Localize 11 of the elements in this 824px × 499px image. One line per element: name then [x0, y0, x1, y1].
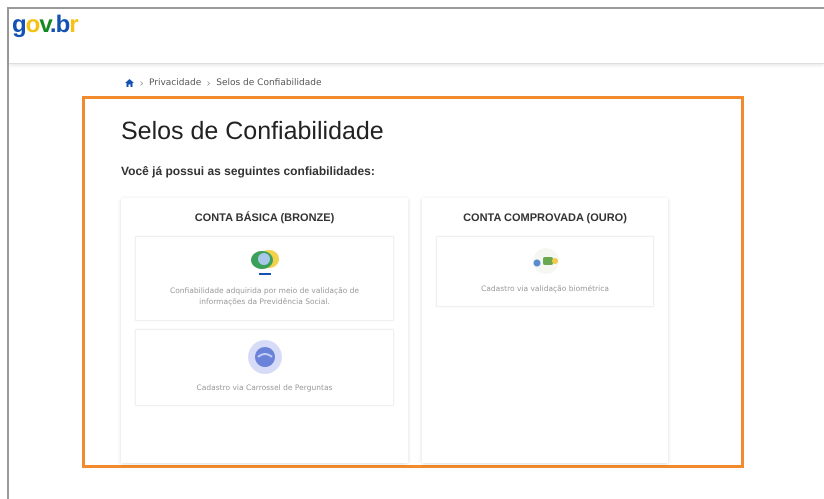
seal-icon	[248, 340, 282, 374]
breadcrumb-item[interactable]: Privacidade	[149, 78, 202, 88]
level-title: CONTA COMPROVADA (OURO)	[463, 212, 627, 224]
subtitle: Você já possui as seguintes confiabilidades:	[121, 164, 376, 178]
home-icon[interactable]	[125, 79, 134, 87]
page-title: Selos de Confiabilidade	[121, 117, 385, 146]
breadcrumb-item: Selos de Confiabilidade	[216, 78, 322, 88]
site-logo[interactable]: gov.br	[12, 13, 78, 37]
level-title: CONTA BÁSICA (BRONZE)	[194, 212, 334, 224]
chevron-icon	[207, 80, 210, 86]
chevron-icon	[140, 80, 143, 86]
